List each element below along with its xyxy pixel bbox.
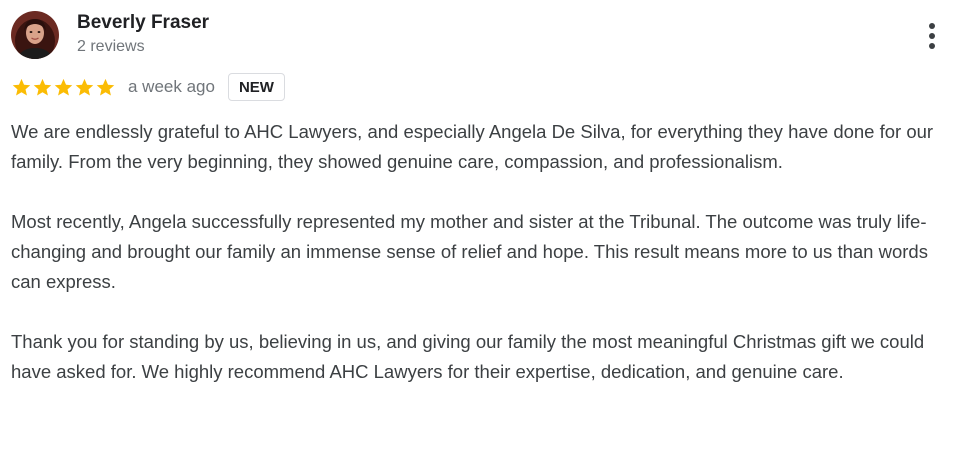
more-vert-icon	[929, 23, 935, 29]
more-options-button[interactable]	[916, 18, 948, 54]
new-badge: NEW	[227, 73, 285, 101]
review-card: Beverly Fraser 2 reviews a week ago NEW …	[0, 0, 963, 453]
review-paragraph: We are endlessly grateful to AHC Lawyers…	[11, 121, 934, 172]
more-vert-icon-dot	[929, 43, 935, 49]
review-meta: a week ago NEW	[11, 71, 285, 103]
star-icon	[54, 78, 73, 95]
star-icon	[75, 78, 94, 95]
star-icon	[12, 78, 31, 95]
star-rating	[11, 77, 116, 98]
review-paragraph: Most recently, Angela successfully repre…	[11, 211, 928, 292]
author-name[interactable]: Beverly Fraser	[77, 11, 209, 35]
author-review-count[interactable]: 2 reviews	[77, 37, 145, 57]
review-text: We are endlessly grateful to AHC Lawyers…	[11, 117, 951, 387]
more-vert-icon-dot	[929, 33, 935, 39]
star-icon	[33, 78, 52, 95]
star-icon	[96, 78, 115, 95]
review-date: a week ago	[128, 77, 215, 96]
avatar[interactable]	[11, 11, 59, 59]
avatar-photo	[11, 11, 59, 59]
review-paragraph: Thank you for standing by us, believing …	[11, 331, 925, 382]
